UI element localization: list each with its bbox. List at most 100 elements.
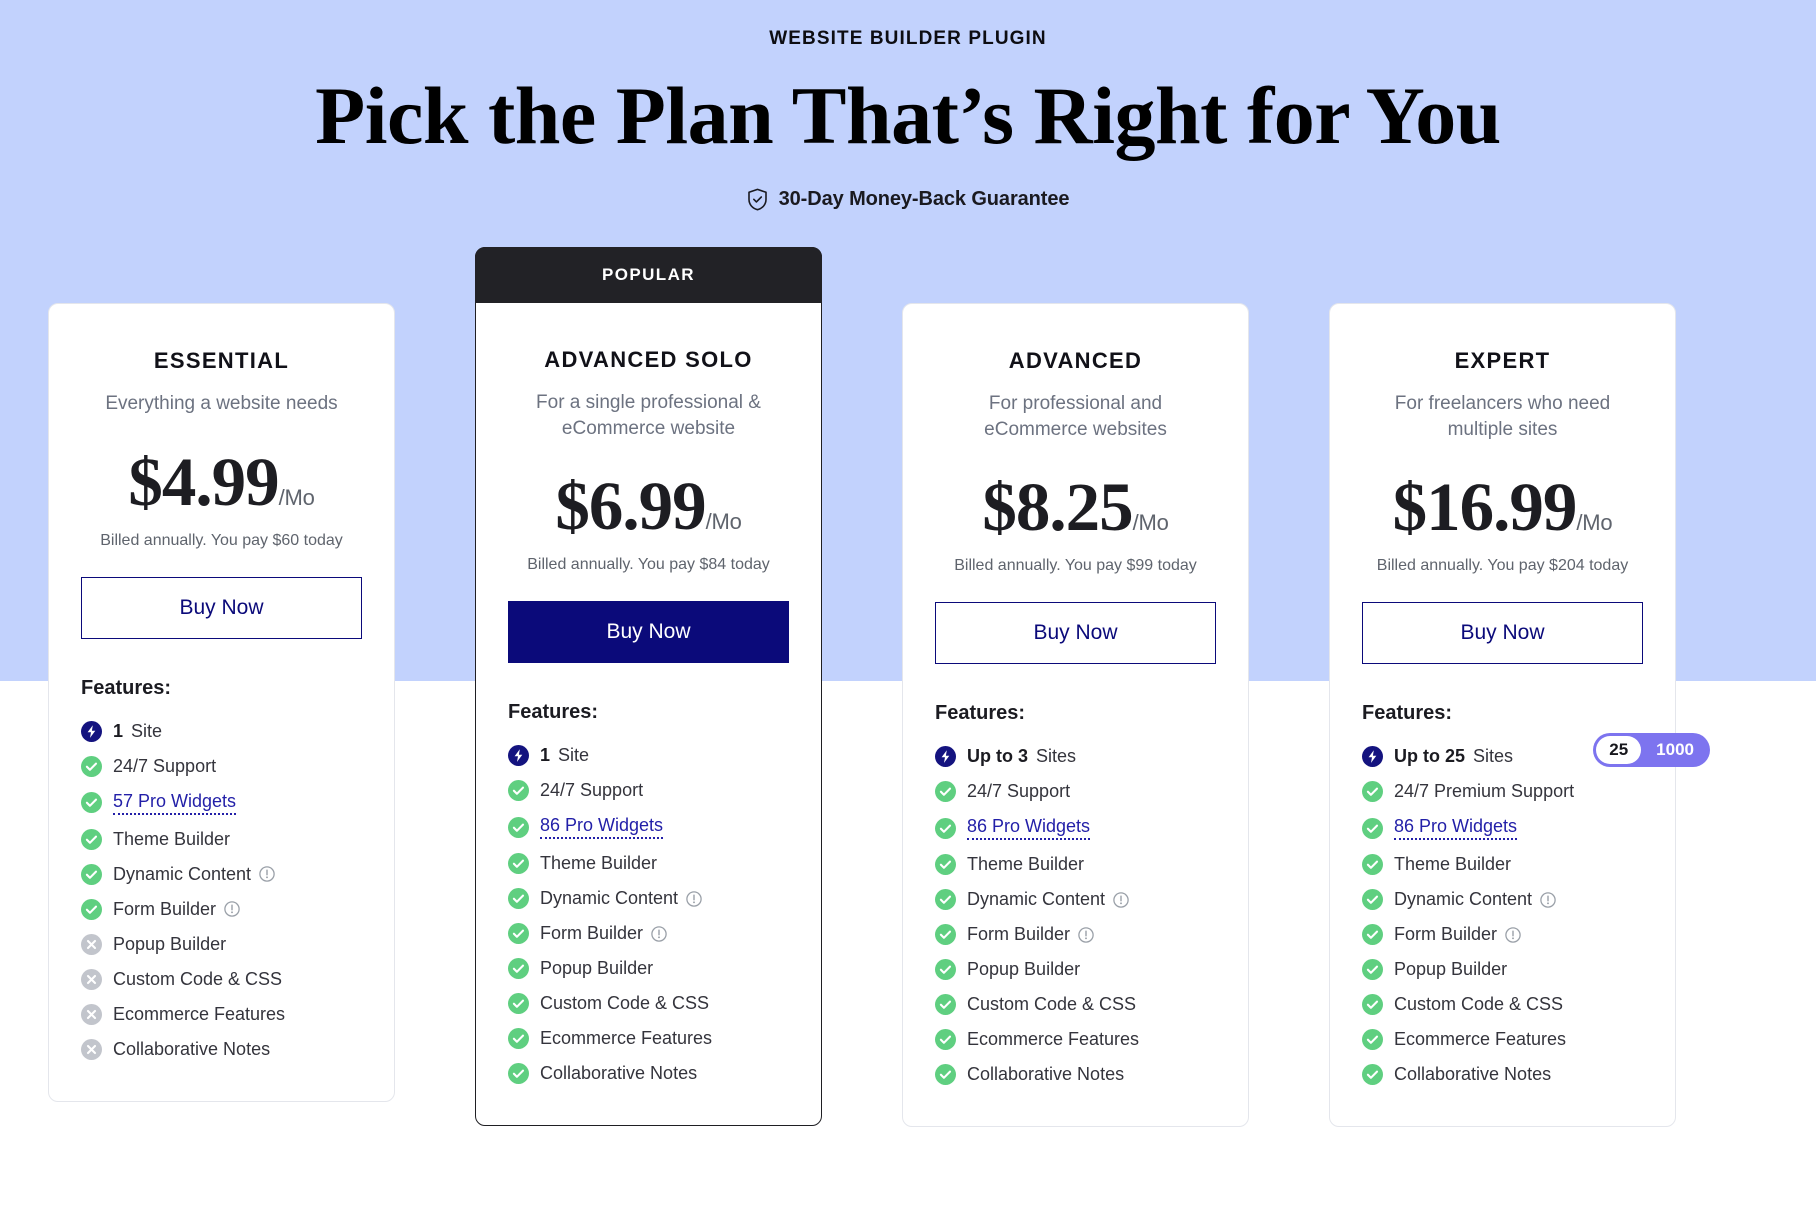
features-list: Up to 25 Sites 25 1000 24/7 Premium Support 8… [1362,733,1710,1092]
feature-text: Dynamic Content [540,888,702,909]
feature-label: Custom Code & CSS [113,968,283,989]
plan-column: ESSENTIAL Everything a website needs $4.99… [48,303,395,1102]
feature-text: Custom Code & CSS [113,969,282,990]
feature-label: Custom Code & CSS [540,993,710,1014]
buy-now-button[interactable]: Buy Now [81,576,362,639]
feature-item: Popup Builder [81,927,362,962]
feature-text: Ecommerce Features [113,1004,285,1025]
feature-label: Ecommerce Features [113,1003,286,1024]
feature-text: Form Builder [1394,924,1521,945]
feature-count: Up to 25 [1394,746,1466,767]
info-icon[interactable] [686,891,702,907]
feature-label: Sites [1473,746,1514,767]
feature-item: Custom Code & CSS [935,987,1216,1022]
feature-text: Ecommerce Features [540,1028,712,1049]
feature-text: Form Builder [967,924,1094,945]
plan-card-essential: ESSENTIAL Everything a website needs $4.99… [48,303,395,1102]
pro-widgets-link[interactable]: 86 Pro Widgets [967,816,1091,841]
feature-text: Theme Builder [113,829,230,850]
feature-item: Collaborative Notes [508,1056,789,1091]
check-icon [1362,1064,1383,1086]
bolt-icon [81,720,102,742]
plan-card-body: ADVANCED For professional and eCommerce w… [935,348,1216,1092]
feature-label: Dynamic Content [967,889,1106,910]
feature-text: Up to 3 Sites [967,746,1076,767]
check-icon [1362,994,1383,1016]
guarantee-badge: 30-Day Money-Back Guarantee [747,188,1069,211]
plan-column: EXPERT For freelancers who need multiple … [1329,303,1710,1128]
feature-item: Custom Code & CSS [508,986,789,1021]
feature-text: 24/7 Support [113,756,216,777]
buy-now-button[interactable]: Buy Now [1362,602,1643,665]
feature-label: Ecommerce Features [1394,1029,1567,1050]
feature-item: Theme Builder [935,847,1216,882]
check-icon [508,888,529,910]
info-icon[interactable] [1505,927,1521,943]
feature-text: 24/7 Premium Support [1394,781,1574,802]
plan-card-advanced: ADVANCED For professional and eCommerce w… [902,303,1249,1128]
check-icon [508,923,529,945]
feature-item: Form Builder [508,916,789,951]
popular-badge: POPULAR [475,247,822,303]
check-icon [81,755,102,777]
check-icon [1362,959,1383,981]
feature-item: Theme Builder [508,846,789,881]
info-icon[interactable] [1540,892,1556,908]
check-icon [935,924,956,946]
feature-item: Form Builder [81,892,362,927]
info-icon[interactable] [1113,892,1129,908]
features-heading: Features: [508,701,599,724]
feature-text: Popup Builder [113,934,226,955]
feature-text: Form Builder [540,923,667,944]
feature-text: Theme Builder [967,854,1084,875]
pricing-cards: ESSENTIAL Everything a website needs $4.99… [48,247,1768,1128]
feature-label: Dynamic Content [113,863,252,884]
feature-item: 24/7 Support [81,749,362,784]
check-icon [935,1064,956,1086]
features-heading: Features: [1362,702,1453,725]
site-count-toggle[interactable]: 25 1000 [1593,733,1710,768]
plan-billing-note: Billed annually. You pay $84 today [527,556,770,574]
site-count-option[interactable]: 1000 [1643,736,1707,764]
feature-label: Popup Builder [1394,959,1508,980]
check-icon [508,993,529,1015]
feature-item: 24/7 Support [508,773,789,808]
plan-price-period: /Mo [705,509,742,535]
feature-text: Collaborative Notes [540,1063,697,1084]
plan-card-expert: EXPERT For freelancers who need multiple … [1329,303,1710,1128]
pro-widgets-link[interactable]: 86 Pro Widgets [540,815,664,840]
plan-description: Everything a website needs [105,393,338,414]
feature-text: Dynamic Content [1394,889,1556,910]
pro-widgets-link[interactable]: 86 Pro Widgets [1394,816,1518,841]
check-icon [935,994,956,1016]
feature-text: Collaborative Notes [113,1039,270,1060]
feature-text: 86 Pro Widgets [967,816,1091,841]
site-count-option[interactable]: 25 [1596,736,1642,765]
feature-label: Dynamic Content [540,888,679,909]
info-icon[interactable] [259,866,275,882]
check-icon [508,1028,529,1050]
buy-now-button[interactable]: Buy Now [935,602,1216,665]
plan-price: $16.99 [1392,469,1578,546]
check-icon [81,863,102,885]
feature-text: 24/7 Support [540,780,643,801]
feature-label: 24/7 Support [113,755,217,776]
pro-widgets-link[interactable]: 57 Pro Widgets [113,791,237,815]
feature-label: Form Builder [967,924,1071,945]
feature-item: 86 Pro Widgets [1362,809,1643,847]
feature-text: Popup Builder [967,959,1080,980]
info-icon[interactable] [1078,927,1094,943]
feature-label: Sites [1036,746,1077,767]
check-icon [508,958,529,980]
pricing-page: WEBSITE BUILDER PLUGIN Pick the Plan Tha… [0,0,1816,1224]
feature-item: Popup Builder [1362,952,1643,987]
info-icon[interactable] [224,901,240,917]
info-icon[interactable] [651,926,667,942]
features-list: Up to 3 Sites 24/7 Support 86 Pro Widgets Th… [935,739,1216,1092]
feature-label: Form Builder [113,898,217,919]
buy-now-button[interactable]: Buy Now [508,601,789,664]
features-heading: Features: [81,676,172,699]
feature-count: Up to 3 [967,746,1028,767]
feature-item: 86 Pro Widgets [508,808,789,846]
bolt-icon [935,746,956,768]
